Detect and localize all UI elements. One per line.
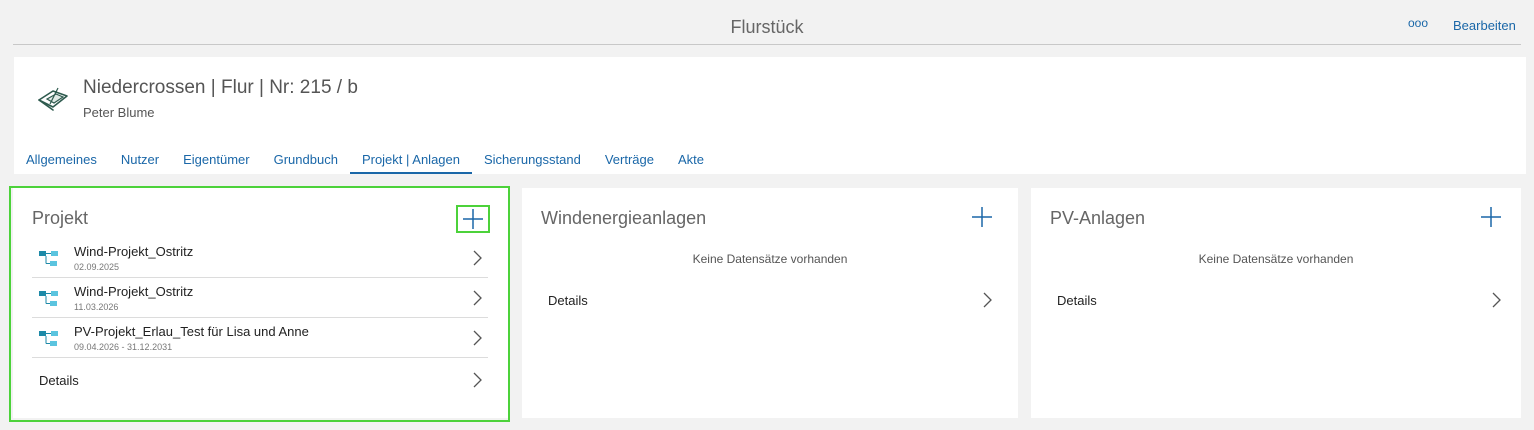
tab-vertraege[interactable]: Verträge bbox=[593, 147, 666, 174]
projekt-list-item[interactable]: PV-Projekt_Erlau_Test für Lisa und Anne … bbox=[32, 318, 488, 358]
edit-button[interactable]: Bearbeiten bbox=[1453, 18, 1516, 33]
windenergieanlagen-details-link[interactable]: Details bbox=[541, 285, 998, 315]
empty-state-message: Keine Datensätze vorhanden bbox=[1198, 252, 1354, 266]
record-title: Niedercrossen | Flur | Nr: 215 / b bbox=[83, 77, 358, 98]
project-hierarchy-icon bbox=[39, 331, 58, 346]
projekt-panel-title: Projekt bbox=[32, 208, 89, 228]
parcel-icon bbox=[38, 87, 68, 111]
tab-nutzer[interactable]: Nutzer bbox=[109, 147, 171, 174]
projekt-name: PV-Projekt_Erlau_Test für Lisa und Anne bbox=[74, 324, 309, 339]
projekt-name: Wind-Projekt_Ostritz bbox=[74, 244, 194, 259]
chevron-right-icon bbox=[473, 330, 482, 346]
tab-allgemeines[interactable]: Allgemeines bbox=[14, 147, 109, 174]
pv-anlagen-panel-title: PV-Anlagen bbox=[1050, 208, 1146, 228]
details-label: Details bbox=[39, 373, 79, 388]
projekt-name: Wind-Projekt_Ostritz bbox=[74, 284, 194, 299]
chevron-right-icon bbox=[473, 372, 482, 388]
add-windenergieanlage-button[interactable] bbox=[965, 205, 999, 233]
pv-anlagen-panel: PV-Anlagen Keine Datensätze vorhanden De… bbox=[1031, 188, 1521, 418]
tab-grundbuch[interactable]: Grundbuch bbox=[262, 147, 350, 174]
project-hierarchy-icon bbox=[39, 291, 58, 306]
top-bar: Flurstück ooo Bearbeiten bbox=[13, 10, 1521, 45]
record-subtitle: Peter Blume bbox=[83, 105, 155, 120]
windenergieanlagen-panel: Windenergieanlagen Keine Datensätze vorh… bbox=[522, 188, 1018, 418]
plus-icon bbox=[972, 207, 992, 227]
projekt-list-item[interactable]: Wind-Projekt_Ostritz 11.03.2026 bbox=[32, 278, 488, 318]
chevron-right-icon bbox=[983, 292, 992, 308]
plus-icon bbox=[1481, 207, 1501, 227]
project-hierarchy-icon bbox=[39, 251, 58, 266]
projekt-date: 02.09.2025 bbox=[74, 262, 120, 272]
projekt-date: 11.03.2026 bbox=[74, 302, 119, 312]
page-title: Flurstück bbox=[730, 17, 804, 37]
tab-projekt-anlagen[interactable]: Projekt | Anlagen bbox=[349, 147, 472, 174]
details-label: Details bbox=[1057, 293, 1097, 308]
chevron-right-icon bbox=[473, 250, 482, 266]
tab-eigentuemer[interactable]: Eigentümer bbox=[171, 147, 261, 174]
empty-state-message: Keine Datensätze vorhanden bbox=[692, 252, 848, 266]
projekt-list-item[interactable]: Wind-Projekt_Ostritz 02.09.2025 bbox=[32, 238, 488, 278]
projekt-panel: Projekt Wind-Projekt_Ostritz 02.09.2025 bbox=[13, 188, 508, 418]
plus-icon bbox=[463, 209, 483, 229]
tab-bar: Allgemeines Nutzer Eigentümer Grundbuch … bbox=[14, 147, 716, 174]
add-projekt-button[interactable] bbox=[456, 205, 490, 233]
details-label: Details bbox=[548, 293, 588, 308]
projekt-date: 09.04.2026 - 31.12.2031 bbox=[74, 342, 173, 352]
record-header: Niedercrossen | Flur | Nr: 215 / b Peter… bbox=[14, 57, 1526, 174]
windenergieanlagen-panel-title: Windenergieanlagen bbox=[541, 208, 707, 228]
tab-akte[interactable]: Akte bbox=[666, 147, 716, 174]
add-pv-anlage-button[interactable] bbox=[1472, 205, 1506, 233]
tab-sicherungsstand[interactable]: Sicherungsstand bbox=[472, 147, 593, 174]
projekt-details-link[interactable]: Details bbox=[32, 365, 488, 395]
chevron-right-icon bbox=[1492, 292, 1501, 308]
pv-anlagen-details-link[interactable]: Details bbox=[1050, 285, 1507, 315]
chevron-right-icon bbox=[473, 290, 482, 306]
more-options-icon[interactable]: ooo bbox=[1408, 16, 1428, 30]
